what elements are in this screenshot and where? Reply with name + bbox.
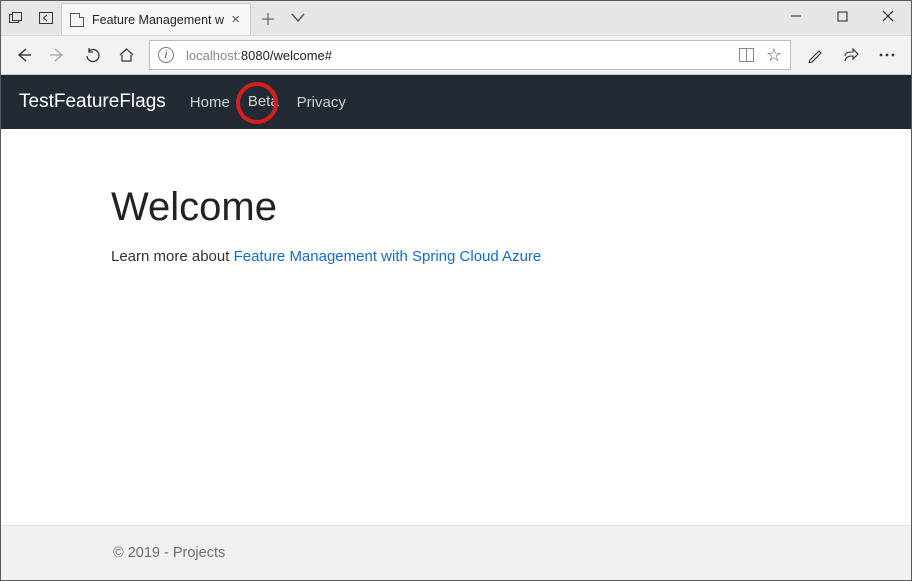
url-path: 8080/welcome# [241,48,332,63]
tab-preview-icon[interactable] [1,1,31,35]
maximize-button[interactable] [819,1,865,31]
nav-link-home[interactable]: Home [190,94,230,111]
more-icon[interactable] [869,35,905,75]
nav-link-beta-wrap: Beta [248,93,297,111]
favorite-icon[interactable]: ☆ [766,46,782,64]
tab-title: Feature Management w [92,13,224,27]
page-footer: © 2019 - Projects [1,525,911,580]
titlebar-left: Feature Management w × ＋ [1,1,311,35]
refresh-button[interactable] [75,35,109,75]
share-icon[interactable] [833,35,869,75]
set-aside-tabs-icon[interactable] [31,1,61,35]
tab-close-icon[interactable]: × [229,11,242,28]
nav-link-beta[interactable]: Beta [248,93,279,110]
home-button[interactable] [109,35,143,75]
brand-title[interactable]: TestFeatureFlags [19,91,166,113]
back-button[interactable] [7,35,41,75]
forward-button[interactable] [41,35,75,75]
site-info-icon[interactable]: i [158,47,174,63]
reading-view-icon[interactable] [739,48,754,62]
browser-tab[interactable]: Feature Management w × [61,3,251,35]
tab-actions-icon[interactable] [285,1,311,35]
url-input[interactable]: i localhost:8080/welcome# ☆ [149,40,791,70]
site-navbar: TestFeatureFlags Home Beta Privacy [1,75,911,129]
nav-link-privacy[interactable]: Privacy [297,94,346,111]
close-window-button[interactable] [865,1,911,31]
notes-icon[interactable] [797,35,833,75]
title-bar: Feature Management w × ＋ [1,1,911,35]
window-controls [773,1,911,35]
page-heading: Welcome [111,185,911,230]
browser-window: Feature Management w × ＋ [0,0,912,581]
toolbar-right [797,35,905,75]
minimize-button[interactable] [773,1,819,31]
page-content: Welcome Learn more about Feature Managem… [1,129,911,525]
doc-link[interactable]: Feature Management with Spring Cloud Azu… [234,248,542,265]
url-field-icons: ☆ [739,46,782,64]
footer-text: © 2019 - Projects [113,545,225,561]
page-icon [70,13,84,27]
url-host: localhost: [186,48,241,63]
address-bar: i localhost:8080/welcome# ☆ [1,35,911,75]
new-tab-button[interactable]: ＋ [251,1,285,35]
page-subtext: Learn more about Feature Management with… [111,248,911,265]
subtext-prefix: Learn more about [111,248,234,265]
